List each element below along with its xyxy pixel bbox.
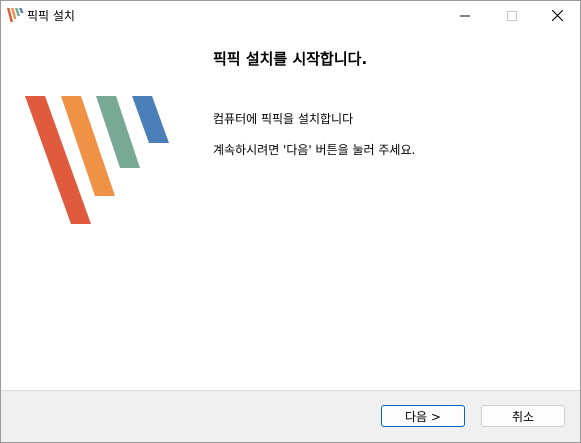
window-title: 픽픽 설치: [27, 9, 75, 23]
close-button[interactable]: [534, 1, 580, 30]
title-bar[interactable]: 픽픽 설치: [1, 1, 580, 30]
picpick-app-icon: [7, 8, 24, 22]
button-bar: 다음 > 취소: [1, 390, 580, 442]
close-icon: [551, 10, 563, 21]
maximize-button: [489, 1, 535, 30]
welcome-heading: 픽픽 설치를 시작합니다.: [213, 50, 368, 68]
picpick-logo: [25, 96, 169, 224]
continue-instruction: 계속하시려면 '다음' 버튼을 눌러 주세요.: [213, 143, 416, 157]
cancel-button[interactable]: 취소: [481, 405, 565, 427]
maximize-icon: [507, 10, 517, 21]
install-description: 컴퓨터에 픽픽을 설치합니다: [213, 112, 354, 126]
minimize-button[interactable]: [442, 1, 488, 30]
next-button[interactable]: 다음 >: [381, 405, 465, 427]
minimize-icon: [460, 15, 470, 16]
welcome-panel: 픽픽 설치를 시작합니다. 컴퓨터에 픽픽을 설치합니다 계속하시려면 '다음'…: [1, 30, 580, 390]
installer-window: 픽픽 설치 픽픽 설치를 시작합니다. 컴퓨터에 픽픽을 설치합니다 계속하시려…: [0, 0, 581, 443]
